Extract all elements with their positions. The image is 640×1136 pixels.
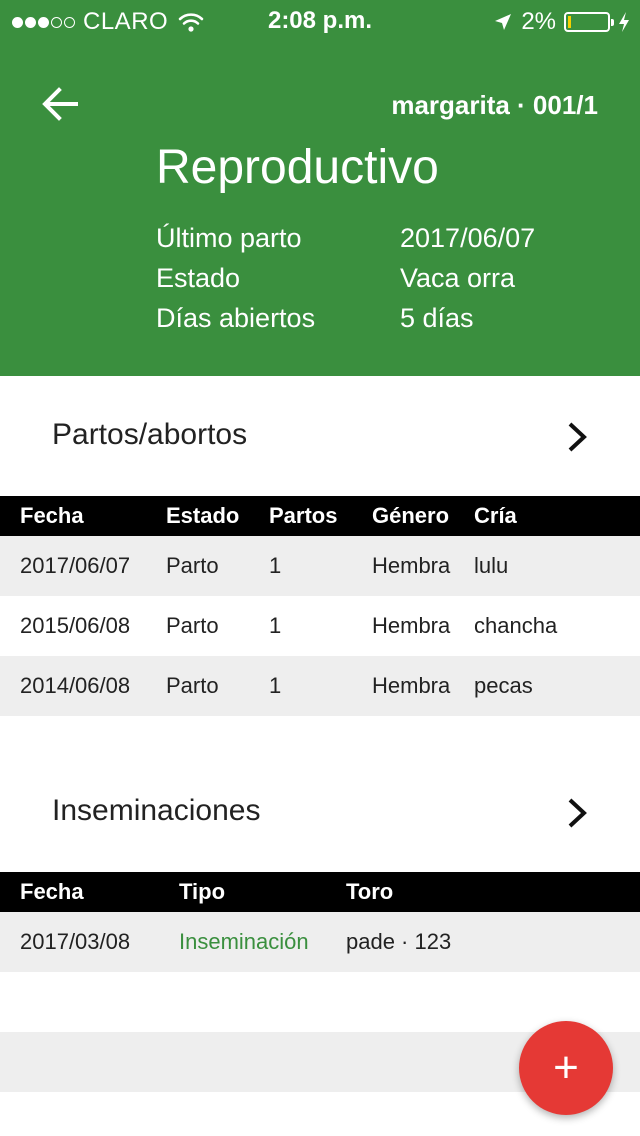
info-row-ultimo-parto: Último parto 2017/06/07 — [156, 218, 535, 258]
cell-estado: Parto — [166, 613, 219, 638]
location-arrow-icon — [495, 14, 512, 30]
plus-icon: + — [553, 1043, 579, 1092]
info-row-dias-abiertos: Días abiertos 5 días — [156, 298, 535, 338]
battery-icon — [564, 12, 614, 32]
info-value: 2017/06/07 — [400, 222, 536, 253]
inseminaciones-section-header[interactable]: Inseminaciones — [0, 752, 640, 872]
charging-bolt-icon — [619, 12, 629, 32]
cell-partos: 1 — [269, 553, 282, 578]
column-header: Tipo — [179, 879, 226, 904]
column-header: Fecha — [20, 879, 84, 904]
cell-toro: pade · 123 — [346, 929, 452, 954]
info-label: Estado — [156, 262, 241, 293]
column-header: Fecha — [20, 503, 84, 528]
cell-genero: Hembra — [372, 553, 451, 578]
info-label: Último parto — [156, 222, 302, 253]
cell-partos: 1 — [269, 613, 282, 638]
cell-fecha: 2014/06/08 — [20, 673, 131, 698]
cell-cria: lulu — [474, 553, 509, 578]
cell-fecha: 2017/06/07 — [20, 553, 131, 578]
add-button[interactable]: + — [519, 1021, 613, 1115]
info-row-estado: Estado Vaca orra — [156, 258, 535, 298]
cell-genero: Hembra — [372, 673, 451, 698]
column-header: Toro — [346, 879, 394, 904]
cell-tipo: Inseminación — [179, 929, 309, 954]
battery-percent: 2% — [521, 8, 556, 35]
page-title: Reproductivo — [156, 141, 439, 194]
table-row[interactable]: 2014/06/08 Parto 1 Hembra pecas — [0, 656, 640, 716]
partos-table: Fecha Estado Partos Género Cría 2017/06/… — [0, 496, 640, 716]
table-header: Fecha Estado Partos Género Cría — [0, 496, 640, 536]
table-row[interactable]: 2015/06/08 Parto 1 Hembra chancha — [0, 596, 640, 656]
partos-section-header[interactable]: Partos/abortos — [0, 376, 640, 496]
status-bar: CLARO 2:08 p.m. 2% — [0, 0, 640, 40]
animal-id: margarita · 001/1 — [391, 90, 598, 120]
table-row[interactable]: 2017/03/08 Inseminación pade · 123 — [0, 912, 640, 972]
cell-cria: pecas — [474, 673, 533, 698]
cell-fecha: 2017/03/08 — [20, 929, 131, 954]
table-row[interactable]: 2017/06/07 Parto 1 Hembra lulu — [0, 536, 640, 596]
info-label: Días abiertos — [156, 302, 316, 333]
section-title: Inseminaciones — [52, 794, 261, 827]
chevron-right-icon[interactable] — [562, 420, 592, 454]
column-header: Género — [372, 503, 450, 528]
header: CLARO 2:08 p.m. 2% margarita · 001/1 Rep… — [0, 0, 640, 376]
battery-level — [568, 16, 571, 28]
section-title: Partos/abortos — [52, 418, 248, 451]
column-header: Estado — [166, 503, 240, 528]
info-value: Vaca orra — [400, 262, 516, 293]
status-right: 2% — [493, 8, 630, 36]
column-header: Partos — [269, 503, 338, 528]
cell-genero: Hembra — [372, 613, 451, 638]
cell-cria: chancha — [474, 613, 558, 638]
info-value: 5 días — [400, 302, 474, 333]
cell-partos: 1 — [269, 673, 282, 698]
column-header: Cría — [474, 503, 517, 528]
cell-fecha: 2015/06/08 — [20, 613, 131, 638]
summary-info: Último parto 2017/06/07 Estado Vaca orra… — [156, 218, 535, 338]
cell-estado: Parto — [166, 553, 219, 578]
table-header: Fecha Tipo Toro — [0, 872, 640, 912]
cell-estado: Parto — [166, 673, 219, 698]
back-arrow-icon[interactable] — [40, 84, 80, 124]
chevron-right-icon[interactable] — [562, 796, 592, 830]
inseminaciones-table: Fecha Tipo Toro 2017/03/08 Inseminación … — [0, 872, 640, 972]
